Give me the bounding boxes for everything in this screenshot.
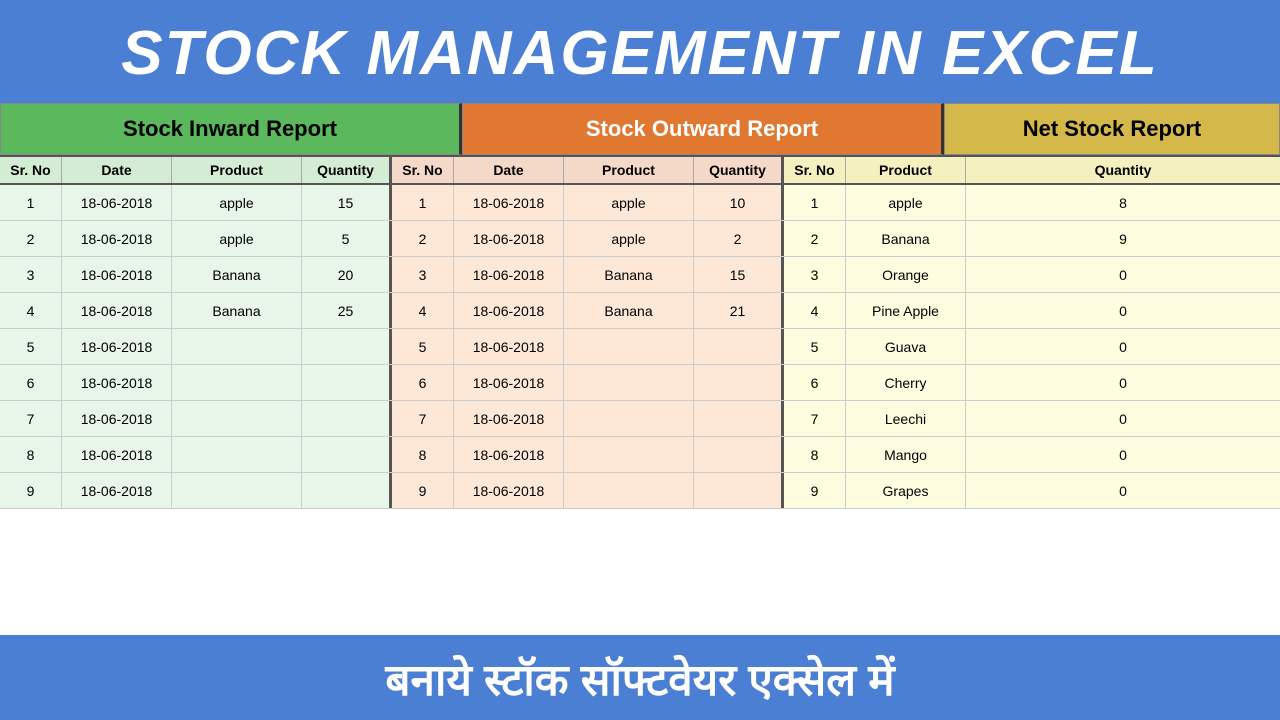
col-header-inward-date: Date <box>62 157 172 183</box>
col-header-net-srno: Sr. No <box>784 157 846 183</box>
col-header-inward-srno: Sr. No <box>0 157 62 183</box>
footer-text: बनाये स्टॉक सॉफ्टवेयर एक्सेल में <box>385 648 894 708</box>
col-header-inward-qty: Quantity <box>302 157 392 183</box>
table-row: 3 18-06-2018 Banana 20 3 18-06-2018 Bana… <box>0 257 1280 293</box>
column-headers: Sr. No Date Product Quantity Sr. No Date… <box>0 155 1280 185</box>
table-row: 4 18-06-2018 Banana 25 4 18-06-2018 Bana… <box>0 293 1280 329</box>
col-header-net-product: Product <box>846 157 966 183</box>
data-rows-container: 1 18-06-2018 apple 15 1 18-06-2018 apple… <box>0 185 1280 635</box>
col-header-outward-qty: Quantity <box>694 157 784 183</box>
page-wrapper: STOCK MANAGEMENT IN EXCEL Stock Inward R… <box>0 0 1280 720</box>
section-inward-header: Stock Inward Report <box>0 103 462 155</box>
section-outward-header: Stock Outward Report <box>462 103 944 155</box>
footer-section: बनाये स्टॉक सॉफ्टवेयर एक्सेल में <box>0 635 1280 720</box>
col-header-net-qty: Quantity <box>966 157 1280 183</box>
table-row: 2 18-06-2018 apple 5 2 18-06-2018 apple … <box>0 221 1280 257</box>
section-net-header: Net Stock Report <box>944 103 1280 155</box>
table-row: 5 18-06-2018 5 18-06-2018 5 Guava 0 <box>0 329 1280 365</box>
table-row: 6 18-06-2018 6 18-06-2018 6 Cherry 0 <box>0 365 1280 401</box>
table-row: 1 18-06-2018 apple 15 1 18-06-2018 apple… <box>0 185 1280 221</box>
table-section: Stock Inward Report Stock Outward Report… <box>0 103 1280 635</box>
col-header-inward-product: Product <box>172 157 302 183</box>
page-title: STOCK MANAGEMENT IN EXCEL <box>0 18 1280 89</box>
col-header-outward-product: Product <box>564 157 694 183</box>
table-row: 9 18-06-2018 9 18-06-2018 9 Grapes 0 <box>0 473 1280 509</box>
col-header-outward-date: Date <box>454 157 564 183</box>
col-header-outward-srno: Sr. No <box>392 157 454 183</box>
header-section: STOCK MANAGEMENT IN EXCEL <box>0 0 1280 103</box>
table-row: 7 18-06-2018 7 18-06-2018 7 Leechi 0 <box>0 401 1280 437</box>
table-row: 8 18-06-2018 8 18-06-2018 8 Mango 0 <box>0 437 1280 473</box>
